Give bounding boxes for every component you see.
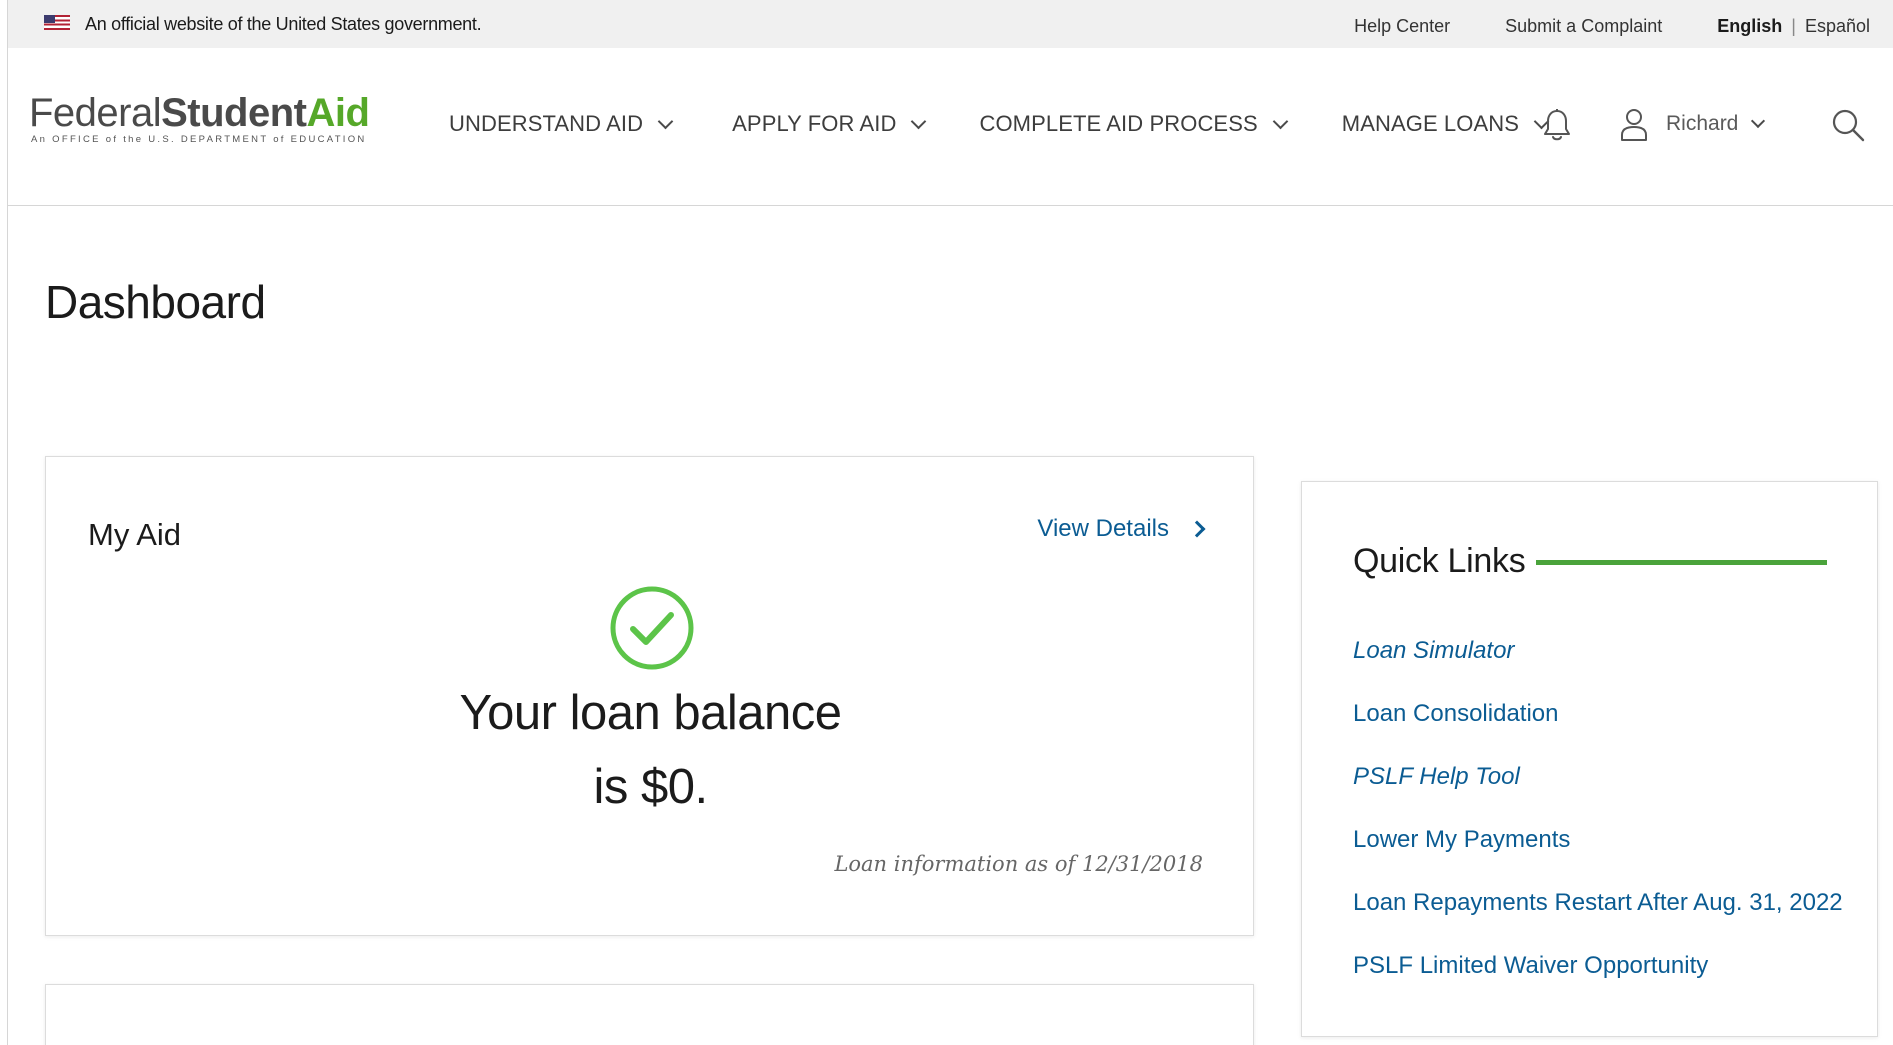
submit-complaint-link[interactable]: Submit a Complaint bbox=[1505, 16, 1662, 37]
nav-manage-loans-label: MANAGE LOANS bbox=[1341, 111, 1520, 136]
gov-banner-text: An official website of the United States… bbox=[85, 14, 482, 34]
check-circle-icon bbox=[609, 585, 695, 671]
utility-links: Help Center Submit a Complaint English |… bbox=[1354, 16, 1870, 37]
user-menu[interactable]: Richard bbox=[1619, 107, 1766, 141]
loan-balance-text-line1: Your loan balance bbox=[459, 686, 842, 740]
nav-manage-loans[interactable]: MANAGE LOANS bbox=[1341, 111, 1550, 137]
quick-link-loan-simulator[interactable]: Loan Simulator bbox=[1353, 637, 1843, 700]
us-flag-icon bbox=[44, 15, 70, 30]
quick-links-divider bbox=[1536, 560, 1827, 565]
site-header: FederalStudentAid An OFFICE of the U.S. … bbox=[8, 48, 1893, 206]
chevron-down-icon bbox=[1751, 113, 1766, 129]
quick-link-loan-consolidation[interactable]: Loan Consolidation bbox=[1353, 700, 1843, 763]
language-separator: | bbox=[1791, 16, 1796, 36]
quick-links-title: Quick Links bbox=[1353, 542, 1526, 580]
nav-complete-aid-process-label: COMPLETE AID PROCESS bbox=[979, 111, 1258, 136]
quick-link-lower-my-payments[interactable]: Lower My Payments bbox=[1353, 826, 1843, 889]
search-icon[interactable] bbox=[1831, 108, 1865, 142]
loan-balance-text-line2: is $0. bbox=[593, 760, 708, 814]
logo-subtitle: An OFFICE of the U.S. DEPARTMENT of EDUC… bbox=[31, 134, 367, 145]
view-details-label: View Details bbox=[1037, 515, 1169, 542]
loan-info-date: Loan information as of 12/31/2018 bbox=[834, 852, 1203, 876]
nav-complete-aid-process[interactable]: COMPLETE AID PROCESS bbox=[979, 111, 1289, 137]
quick-links-card: Quick Links Loan Simulator Loan Consolid… bbox=[1301, 481, 1878, 1037]
chevron-down-icon bbox=[911, 113, 927, 129]
page: An official website of the United States… bbox=[7, 0, 1893, 1045]
chevron-right-icon bbox=[1188, 520, 1206, 538]
language-espanol-link[interactable]: Español bbox=[1805, 16, 1870, 37]
main-nav: UNDERSTAND AID APPLY FOR AID COMPLETE AI… bbox=[449, 111, 1550, 137]
chevron-down-icon bbox=[1272, 113, 1289, 129]
nav-apply-for-aid[interactable]: APPLY FOR AID bbox=[732, 111, 927, 137]
logo-student-text: Student bbox=[161, 91, 307, 135]
page-title: Dashboard bbox=[45, 276, 266, 328]
my-aid-title: My Aid bbox=[88, 517, 182, 552]
logo-federal-text: Federal bbox=[29, 91, 162, 135]
help-center-link[interactable]: Help Center bbox=[1354, 16, 1450, 37]
nav-apply-for-aid-label: APPLY FOR AID bbox=[732, 111, 897, 136]
logo-aid-text: Aid bbox=[306, 91, 370, 135]
gov-banner: An official website of the United States… bbox=[8, 0, 1893, 48]
bell-icon[interactable] bbox=[1542, 108, 1572, 142]
quick-link-pslf-limited-waiver[interactable]: PSLF Limited Waiver Opportunity bbox=[1353, 952, 1843, 1015]
quick-link-pslf-help-tool[interactable]: PSLF Help Tool bbox=[1353, 763, 1843, 826]
nav-understand-aid[interactable]: UNDERSTAND AID bbox=[449, 111, 674, 137]
nav-understand-aid-label: UNDERSTAND AID bbox=[449, 111, 644, 136]
quick-link-loan-repayments-restart[interactable]: Loan Repayments Restart After Aug. 31, 2… bbox=[1353, 889, 1843, 952]
secondary-card bbox=[45, 984, 1254, 1045]
chevron-down-icon bbox=[657, 113, 674, 129]
quick-links-list: Loan Simulator Loan Consolidation PSLF H… bbox=[1353, 637, 1843, 1015]
my-aid-card: My Aid View Details Your loan balance is… bbox=[45, 456, 1254, 936]
view-details-link[interactable]: View Details bbox=[1037, 515, 1206, 543]
fsa-logo[interactable]: FederalStudentAid An OFFICE of the U.S. … bbox=[29, 91, 370, 153]
language-english-link[interactable]: English bbox=[1717, 16, 1782, 37]
user-icon bbox=[1621, 109, 1647, 141]
user-name: Richard bbox=[1666, 112, 1739, 135]
